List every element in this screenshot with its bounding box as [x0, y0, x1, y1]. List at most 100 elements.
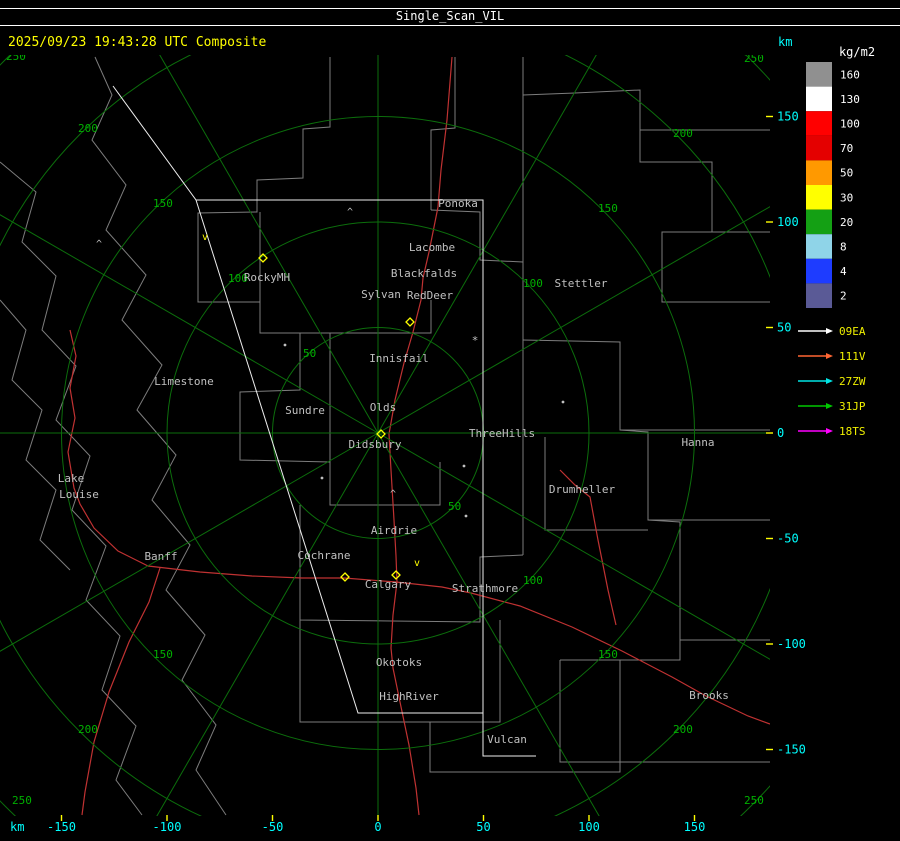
- city-label: Ponoka: [438, 197, 478, 210]
- ring-distance-label: 50: [303, 347, 316, 360]
- county-boundary: [647, 519, 770, 641]
- city-label: Olds: [370, 401, 397, 414]
- right-axis-tick-label: -150: [777, 743, 806, 757]
- city-label: HighRiver: [379, 690, 439, 703]
- city-label: Cochrane: [298, 549, 351, 562]
- colorscale-units-label: kg/m2: [839, 45, 875, 59]
- scale-swatch: [806, 111, 832, 136]
- city-label: Sylvan: [361, 288, 401, 301]
- scale-value-label: 130: [840, 93, 860, 106]
- ring-distance-label: 250: [744, 794, 764, 807]
- city-label: Vulcan: [487, 733, 527, 746]
- right-axis-tick-label: 100: [777, 215, 799, 229]
- bottom-axis-tick-label: -50: [262, 820, 284, 834]
- vee-marker-icon: v: [202, 232, 208, 243]
- city-labels-layer: Ponoka Lacombe Blackfalds Sylvan RedDeer Rock…: [58, 197, 729, 746]
- ring-distance-label: 100: [523, 574, 543, 587]
- city-label: Innisfail: [369, 352, 429, 365]
- site-id-label: 18TS: [839, 425, 866, 438]
- range-ring: [0, 55, 770, 816]
- radial-line: [0, 432, 379, 652]
- scale-value-label: 4: [840, 265, 847, 278]
- city-label: Lake: [58, 472, 85, 485]
- town-dot-icon: [320, 476, 324, 480]
- city-label: Hanna: [681, 436, 714, 449]
- radar-site-diamond-icon: [405, 317, 415, 327]
- scale-swatch: [806, 62, 832, 87]
- county-boundary: [329, 462, 441, 506]
- city-label: RedDeer: [407, 289, 454, 302]
- scale-swatch: [806, 135, 832, 161]
- site-id-label: 31JP: [839, 400, 866, 413]
- city-label: Strathmore: [452, 582, 518, 595]
- right-axis-unit-label: km: [778, 35, 792, 49]
- highway-line: [81, 567, 161, 816]
- ring-distance-label: 150: [598, 202, 618, 215]
- ring-distance-label: 200: [673, 723, 693, 736]
- county-boundary: [197, 57, 331, 240]
- county-boundary: [430, 57, 456, 210]
- city-label: RockyMH: [244, 271, 290, 284]
- ring-distance-label: 250: [12, 794, 32, 807]
- city-label: ThreeHills: [469, 427, 535, 440]
- scale-swatch: [806, 258, 832, 284]
- bottom-axis-tick-label: -150: [47, 820, 76, 834]
- scale-value-label: 20: [840, 216, 853, 229]
- county-boundary: [0, 299, 71, 571]
- right-axis-tick-label: -100: [777, 637, 806, 651]
- scale-value-label: 100: [840, 118, 860, 131]
- town-dot-icon: [283, 343, 287, 347]
- radial-line: [377, 432, 770, 660]
- city-label: Sundre: [285, 404, 325, 417]
- town-dot-icon: [462, 464, 466, 468]
- site-arrowhead-icon: [826, 378, 833, 384]
- scale-value-label: 8: [840, 241, 847, 254]
- bottom-axis-unit-label: km: [10, 820, 24, 834]
- county-boundary: [522, 89, 770, 131]
- site-id-label: 27ZW: [839, 375, 866, 388]
- city-label: Drumheller: [549, 483, 616, 496]
- scale-swatch: [806, 160, 832, 185]
- county-boundary: [661, 231, 770, 303]
- county-boundary: [430, 209, 524, 263]
- scan-coverage-boundary: [112, 85, 483, 714]
- scale-value-label: 70: [840, 142, 853, 155]
- scale-value-label: 2: [840, 290, 847, 303]
- city-label: Brooks: [689, 689, 729, 702]
- county-boundary: [429, 722, 621, 773]
- city-label: Limestone: [154, 375, 214, 388]
- radials-layer: [0, 55, 770, 816]
- site-arrowhead-icon: [826, 328, 833, 334]
- bottom-axis-tick-label: -100: [153, 820, 182, 834]
- color-scale: 160 130 100 70 50 30 20 8 4 2: [806, 62, 860, 308]
- scan-coverage-layer: [112, 85, 536, 757]
- ring-distance-label: 150: [598, 648, 618, 661]
- site-arrowhead-icon: [826, 353, 833, 359]
- county-boundary: [639, 130, 770, 233]
- scale-value-label: 30: [840, 191, 853, 204]
- city-label: Banff: [144, 550, 177, 563]
- city-label: Lacombe: [409, 241, 455, 254]
- ring-distance-label: 150: [153, 648, 173, 661]
- bottom-axis: -150 -100 -50 0 50 100 150: [47, 815, 705, 834]
- town-dot-icon: [464, 514, 468, 518]
- ring-distance-label: 250: [744, 52, 764, 65]
- ring-distance-label: 150: [153, 197, 173, 210]
- site-arrowhead-icon: [826, 403, 833, 409]
- city-label: Didsbury: [349, 438, 402, 451]
- highway-line: [67, 329, 149, 567]
- radar-site-legend: 09EA 111V 27ZW 31JP 18TS: [798, 325, 866, 438]
- county-boundary: [299, 620, 501, 723]
- radar-display: Single_Scan_VIL 2025/09/23 19:43:28 UTC …: [0, 8, 900, 834]
- right-axis-tick-label: 0: [777, 426, 784, 440]
- site-id-label: 111V: [839, 350, 866, 363]
- city-label: Louise: [59, 488, 99, 501]
- site-arrowhead-icon: [826, 428, 833, 434]
- city-label: Calgary: [365, 578, 412, 591]
- radar-app-window: Single_Scan_VIL 2025/09/23 19:43:28 UTC …: [0, 0, 900, 841]
- bottom-axis-tick-label: 150: [684, 820, 706, 834]
- scale-swatch: [806, 283, 832, 308]
- city-label: Blackfalds: [391, 267, 457, 280]
- city-label: Airdrie: [371, 524, 417, 537]
- ring-distance-label: 200: [78, 122, 98, 135]
